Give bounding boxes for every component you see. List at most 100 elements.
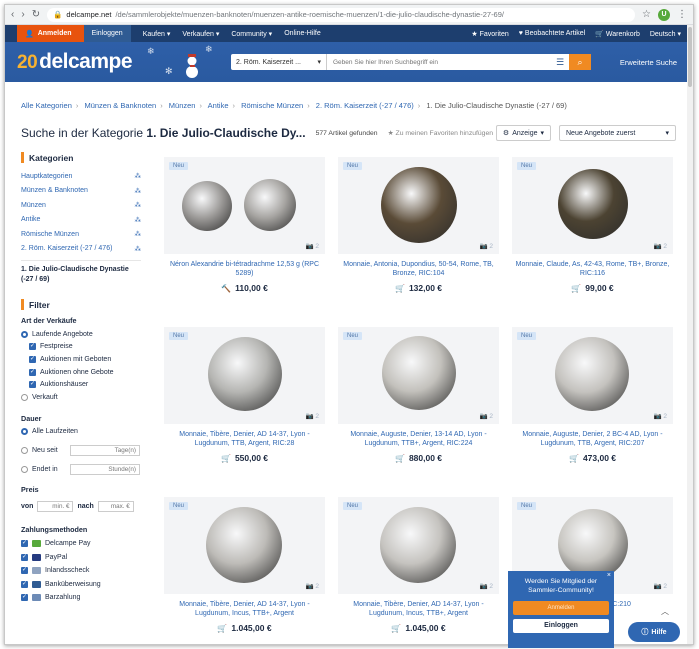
listing-image[interactable]: Neu 📷 2 — [164, 327, 325, 424]
breadcrumb-current: 1. Die Julio-Claudische Dynastie (-27 / … — [426, 101, 567, 110]
listing-image[interactable]: Neu 📷 2 — [164, 157, 325, 254]
sale-option-checkbox[interactable]: ✓ Festpreise — [21, 341, 141, 354]
listing-title[interactable]: Néron Alexandrie bi-tétradrachme 12,53 g… — [164, 260, 325, 279]
sale-sold-radio[interactable]: Verkauft — [21, 391, 141, 404]
listing-title[interactable]: Monnaie, Tibère, Denier, AD 14-37, Lyon … — [164, 600, 325, 619]
hours-input[interactable]: Stunde(n) — [70, 463, 140, 475]
advanced-search-link[interactable]: Erweiterte Suche — [620, 58, 677, 67]
photo-count: 2 — [315, 583, 319, 590]
profile-avatar[interactable]: U — [658, 8, 670, 21]
listing-image[interactable]: Neu 📷 2 — [338, 327, 499, 424]
browser-menu-icon[interactable]: ⋮ — [677, 9, 687, 20]
price-min-input[interactable]: min. € — [37, 501, 74, 513]
listing-image[interactable]: Neu 📷 2 — [164, 497, 325, 594]
page-scrollbar[interactable] — [687, 25, 693, 644]
listing-card[interactable]: Neu 📷 2 Monnaie, Claude, As, 42-43, Rome, … — [512, 157, 673, 293]
cart-link[interactable]: 🛒 Warenkorb — [595, 30, 640, 38]
duration-new-radio[interactable]: Neu seit Tage(n) — [21, 444, 141, 457]
search-input[interactable] — [327, 58, 551, 66]
watched-items-link[interactable]: ♥ Beobachtete Artikel — [519, 30, 585, 38]
listing-title[interactable]: Monnaie, Tibère, Denier, AD 14-37, Lyon … — [164, 430, 325, 449]
sidebar: Kategorien Hauptkategorien ⁂ Münzen & Bank… — [21, 152, 141, 604]
price-from-label: von — [21, 503, 34, 511]
login-popup-button[interactable]: Einloggen — [513, 619, 609, 633]
view-options-button[interactable]: ⚙ Anzeige ▾ — [495, 125, 551, 141]
listing-card[interactable]: Neu 📷 2 Monnaie, Tibère, Denier, AD 14-37,… — [164, 497, 325, 633]
sale-option-checkbox[interactable]: ✓ Auktionen mit Geboten — [21, 353, 141, 366]
breadcrumb-item[interactable]: Münzen — [169, 101, 196, 110]
listing-card[interactable]: Neu 📷 2 Monnaie, Auguste, Denier, 2 BC-4 A… — [512, 327, 673, 463]
camera-icon: 📷 2 — [653, 243, 667, 250]
register-button[interactable]: Einloggen — [83, 25, 131, 42]
sidebar-category-item[interactable]: 2. Röm. Kaiserzeit (-27 / 476) ⁂ — [21, 242, 141, 257]
snowflake-icon: ✻ — [165, 66, 173, 76]
listing-image[interactable]: Neu 📷 2 — [338, 497, 499, 594]
scroll-up-icon[interactable]: ︿ — [661, 606, 669, 617]
listing-price-value: 880,00 € — [408, 452, 443, 463]
payment-method-label: Banküberweisung — [45, 580, 101, 588]
search-category-select[interactable]: 2. Röm. Kaiserzeit ... ▾ — [231, 54, 327, 70]
new-badge: Neu — [169, 502, 189, 510]
listing-image[interactable]: Neu 📷 2 — [512, 157, 673, 254]
listing-image[interactable]: Neu 📷 2 — [338, 157, 499, 254]
logo-text: delcampe — [39, 50, 133, 73]
breadcrumb-item[interactable]: Antike — [208, 101, 229, 110]
sidebar-category-item[interactable]: Römische Münzen ⁂ — [21, 227, 141, 242]
listing-title[interactable]: Monnaie, Antonia, Dupondius, 50-54, Rome… — [338, 260, 499, 279]
new-badge: Neu — [343, 332, 363, 340]
listing-title[interactable]: Monnaie, Tibère, Denier, AD 14-37, Lyon … — [338, 600, 499, 619]
listing-card[interactable]: Neu 📷 2 Monnaie, Auguste, Denier, 13-14 AD… — [338, 327, 499, 463]
duration-end-radio[interactable]: Endet in Stunde(n) — [21, 463, 141, 476]
menu-community[interactable]: Community ▾ — [231, 30, 272, 38]
sale-option-checkbox[interactable]: ✓ Auktionshäuser — [21, 378, 141, 391]
sidebar-category-item[interactable]: Münzen ⁂ — [21, 198, 141, 213]
days-input[interactable]: Tage(n) — [70, 444, 140, 456]
help-button[interactable]: ⓘ Hilfe — [628, 622, 680, 642]
sale-running-radio[interactable]: Laufende Angebote — [21, 328, 141, 341]
menu-sell[interactable]: Verkaufen ▾ — [182, 30, 219, 38]
menu-help[interactable]: Online-Hilfe — [284, 30, 321, 38]
forward-icon[interactable]: › — [21, 9, 24, 20]
payment-method-checkbox[interactable]: ✓ Barzahlung — [21, 591, 141, 605]
language-select[interactable]: Deutsch ▾ — [650, 30, 681, 38]
payment-method-checkbox[interactable]: ✓ PayPal — [21, 550, 141, 564]
listing-card[interactable]: Neu 📷 2 Monnaie, Tibère, Denier, AD 14-37,… — [338, 497, 499, 633]
duration-all-radio[interactable]: Alle Laufzeiten — [21, 426, 141, 439]
breadcrumb-item[interactable]: Römische Münzen — [241, 101, 303, 110]
listing-title[interactable]: Monnaie, Auguste, Denier, 13-14 AD, Lyon… — [338, 430, 499, 449]
breadcrumb-item[interactable]: 2. Röm. Kaiserzeit (-27 / 476) — [316, 101, 414, 110]
filter-sliders-icon[interactable]: ☰ — [551, 54, 569, 70]
delcampe-logo[interactable]: 20 delcampe — [17, 50, 133, 74]
breadcrumb-item[interactable]: Alle Kategorien — [21, 101, 72, 110]
new-badge: Neu — [517, 162, 537, 170]
favorites-link[interactable]: ★ Favoriten — [471, 30, 508, 38]
listing-card[interactable]: Neu 📷 2 Monnaie, Tibère, Denier, AD 14-37,… — [164, 327, 325, 463]
sidebar-category-item[interactable]: Antike ⁂ — [21, 213, 141, 228]
close-icon[interactable]: × — [607, 572, 611, 579]
menu-buy[interactable]: Kaufen ▾ — [143, 30, 171, 38]
bookmark-star-icon[interactable]: ☆ — [642, 9, 651, 20]
listing-image[interactable]: Neu 📷 2 — [512, 327, 673, 424]
sidebar-category-item[interactable]: Münzen & Banknoten ⁂ — [21, 184, 141, 199]
register-popup-button[interactable]: Anmelden — [513, 601, 609, 615]
payment-method-checkbox[interactable]: ✓ Inlandsscheck — [21, 564, 141, 578]
payment-method-checkbox[interactable]: ✓ Delcampe Pay — [21, 537, 141, 551]
payment-method-checkbox[interactable]: ✓ Banküberweisung — [21, 577, 141, 591]
listing-title[interactable]: Monnaie, Auguste, Denier, 2 BC-4 AD, Lyo… — [512, 430, 673, 449]
main-menu: Kaufen ▾ Verkaufen ▾ Community ▾ Online-… — [143, 30, 321, 38]
sort-select[interactable]: Neue Angebote zuerst ▾ — [559, 125, 676, 141]
sale-option-checkbox[interactable]: ✓ Auktionen ohne Gebote — [21, 366, 141, 379]
back-icon[interactable]: ‹ — [11, 9, 14, 20]
breadcrumb-item[interactable]: Münzen & Banknoten — [84, 101, 156, 110]
sidebar-category-item[interactable]: Hauptkategorien ⁂ — [21, 169, 141, 184]
add-favorite-link[interactable]: ★ Zu meinen Favoriten hinzufügen — [388, 129, 493, 137]
payment-icon — [32, 553, 41, 561]
login-button[interactable]: 👤 Anmelden — [17, 25, 84, 42]
listing-card[interactable]: Neu 📷 2 Néron Alexandrie bi-tétradrachme 1… — [164, 157, 325, 293]
reload-icon[interactable]: ↻ — [32, 9, 40, 20]
listing-card[interactable]: Neu 📷 2 Monnaie, Antonia, Dupondius, 50-54… — [338, 157, 499, 293]
search-button[interactable]: ⌕ — [569, 54, 591, 70]
address-bar[interactable]: 🔒 delcampe.net/de/sammlerobjekte/muenzen… — [47, 7, 636, 22]
price-max-input[interactable]: max. € — [97, 501, 134, 513]
listing-title[interactable]: Monnaie, Claude, As, 42-43, Rome, TB+, B… — [512, 260, 673, 279]
